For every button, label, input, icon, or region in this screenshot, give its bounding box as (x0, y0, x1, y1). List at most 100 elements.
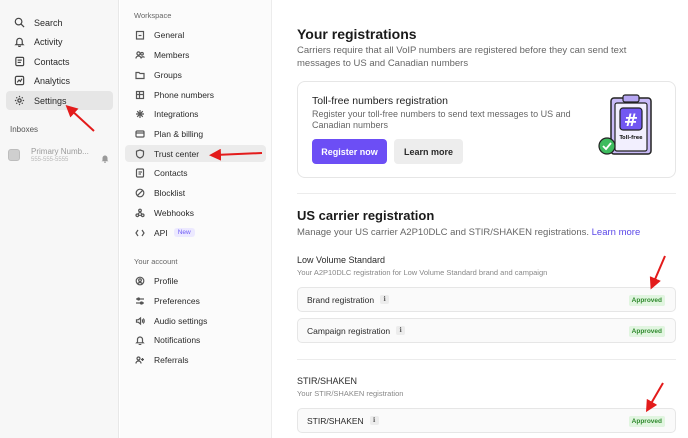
settings-item-general[interactable]: General (125, 26, 266, 43)
nav-search-label: Search (34, 17, 63, 28)
stir-shaken-row-label: STIR/SHAKEN (307, 415, 364, 426)
billing-icon (135, 129, 145, 139)
nav-settings-label: Settings (34, 95, 67, 106)
phone-icon (135, 90, 145, 100)
shield-icon (135, 148, 145, 159)
nav-analytics[interactable]: Analytics (6, 71, 113, 90)
settings-item-label: Referrals (154, 354, 189, 365)
settings-item-notifications[interactable]: Notifications (125, 331, 266, 348)
settings-item-label: Profile (154, 275, 179, 286)
us-carrier-title: US carrier registration (297, 208, 435, 223)
settings-nav: Workspace General Members Groups Phone n… (120, 0, 272, 438)
settings-item-blocklist[interactable]: Blocklist (125, 184, 266, 201)
lvs-label: Low Volume Standard (297, 255, 386, 265)
app-sidebar: Search Activity Contacts Analytics Setti… (0, 0, 119, 438)
campaign-registration-row[interactable]: Campaign registration i Approved (297, 318, 676, 343)
settings-item-plan-billing[interactable]: Plan & billing (125, 125, 266, 142)
settings-item-label: Phone numbers (154, 89, 215, 100)
workspace-heading: Workspace (134, 11, 172, 20)
new-badge: New (173, 228, 195, 237)
settings-item-audio-settings[interactable]: Audio settings (125, 312, 266, 329)
nav-settings[interactable]: Settings (6, 91, 113, 110)
settings-item-contacts[interactable]: Contacts (125, 164, 266, 181)
folder-icon (135, 70, 145, 80)
us-carrier-subtitle: Manage your US carrier A2P10DLC and STIR… (297, 227, 640, 238)
speaker-icon (135, 316, 145, 326)
inbox-number: 555-555-5555 (31, 157, 69, 163)
us-carrier-subtitle-text: Manage your US carrier A2P10DLC and STIR… (297, 227, 589, 238)
learn-more-button[interactable]: Learn more (394, 139, 463, 164)
svg-text:#: # (624, 111, 638, 131)
integrations-icon (135, 109, 145, 119)
settings-item-groups[interactable]: Groups (125, 66, 266, 83)
tollfree-text: Register your toll-free numbers to send … (312, 109, 571, 130)
stir-shaken-row[interactable]: STIR/SHAKEN i Approved (297, 408, 676, 433)
contacts-icon (14, 56, 25, 67)
tollfree-illustration: # Toll-free (593, 94, 655, 164)
sliders-icon (135, 296, 145, 306)
nav-activity[interactable]: Activity (6, 32, 113, 51)
page-subtitle: Carriers require that all VoIP numbers a… (297, 45, 627, 69)
settings-item-preferences[interactable]: Preferences (125, 292, 266, 309)
campaign-registration-label: Campaign registration (307, 325, 391, 336)
settings-item-label: Integrations (154, 108, 199, 119)
learn-more-link[interactable]: Learn more (592, 227, 641, 238)
nav-contacts[interactable]: Contacts (6, 52, 113, 71)
bell-icon (14, 36, 25, 47)
mute-bell-icon[interactable] (101, 150, 109, 163)
settings-item-api[interactable]: API New (125, 224, 266, 241)
settings-item-members[interactable]: Members (125, 46, 266, 63)
settings-item-referrals[interactable]: Referrals (125, 351, 266, 368)
settings-item-label: Webhooks (154, 207, 195, 218)
inboxes-heading: Inboxes (10, 125, 39, 134)
bell-icon (135, 335, 145, 345)
register-now-button[interactable]: Register now (312, 139, 387, 164)
block-icon (135, 188, 145, 198)
settings-item-label: Preferences (154, 295, 200, 306)
settings-item-integrations[interactable]: Integrations (125, 105, 266, 122)
settings-item-trust-center[interactable]: Trust center (125, 145, 266, 162)
settings-item-phone-numbers[interactable]: Phone numbers (125, 86, 266, 103)
section-divider (297, 193, 676, 194)
brand-registration-label: Brand registration (307, 294, 375, 305)
info-icon[interactable]: i (369, 416, 379, 425)
settings-item-profile[interactable]: Profile (125, 272, 266, 289)
inbox-name: Primary Numb... (31, 147, 89, 156)
stir-label: STIR/SHAKEN (297, 376, 358, 386)
nav-contacts-label: Contacts (34, 56, 70, 67)
brand-registration-row[interactable]: Brand registration i Approved (297, 287, 676, 312)
settings-item-label: Contacts (154, 167, 188, 178)
account-heading: Your account (134, 257, 178, 266)
status-badge: Approved (628, 295, 665, 306)
nav-search[interactable]: Search (6, 13, 113, 32)
profile-icon (135, 276, 145, 286)
inbox-avatar (8, 149, 20, 161)
api-icon (135, 228, 145, 238)
webhook-icon (135, 208, 145, 218)
referrals-icon (135, 355, 145, 365)
search-icon (14, 17, 25, 28)
nav-analytics-label: Analytics (34, 75, 71, 86)
settings-item-label: Blocklist (154, 187, 186, 198)
info-icon[interactable]: i (396, 326, 406, 335)
settings-item-label: Members (154, 49, 190, 60)
illus-caption: Toll-free (619, 135, 643, 141)
lvs-hint: Your A2P10DLC registration for Low Volum… (297, 268, 548, 277)
page-title: Your registrations (297, 26, 417, 42)
contacts-icon (135, 167, 145, 178)
tollfree-card: Toll-free numbers registration Register … (297, 81, 676, 178)
main-content: Your registrations Carriers require that… (272, 0, 688, 438)
info-icon[interactable]: i (380, 295, 390, 304)
settings-item-webhooks[interactable]: Webhooks (125, 204, 266, 221)
gear-icon (14, 95, 25, 106)
inbox-primary[interactable]: Primary Numb... 555-555-5555 (8, 144, 113, 166)
status-badge: Approved (628, 416, 665, 427)
stir-hint: Your STIR/SHAKEN registration (297, 389, 404, 398)
members-icon (135, 50, 145, 60)
settings-item-label: Groups (154, 69, 182, 80)
building-icon (135, 30, 145, 40)
settings-item-label: Trust center (154, 148, 200, 159)
tollfree-title: Toll-free numbers registration (312, 95, 448, 107)
settings-item-label: General (154, 29, 185, 40)
status-badge: Approved (628, 326, 665, 337)
